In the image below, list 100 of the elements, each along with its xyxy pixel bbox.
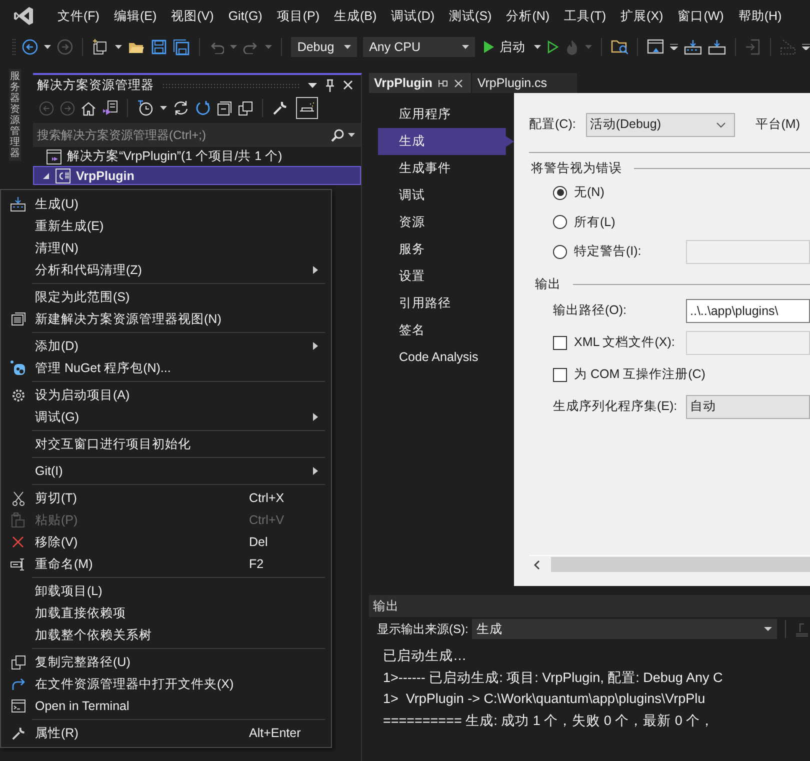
close-icon[interactable] [343, 80, 353, 90]
wrench-icon[interactable] [272, 100, 288, 116]
start-button[interactable]: 启动 [480, 38, 528, 56]
copy-icon[interactable] [238, 100, 253, 116]
search-field[interactable]: 搜索解决方案资源管理器(Ctrl+;) [33, 123, 361, 147]
checkbox[interactable] [553, 336, 567, 350]
switch-views-icon[interactable] [102, 100, 118, 116]
menu-bar-item[interactable]: 生成(B) [334, 8, 377, 24]
menu-bar-item[interactable]: 项目(P) [276, 8, 320, 24]
menu-bar-item[interactable]: 窗口(W) [678, 8, 724, 24]
menu-bar-item[interactable]: 扩展(X) [620, 8, 664, 24]
scroll-left-icon[interactable] [533, 560, 541, 570]
radio-option[interactable]: 特定警告(I): [553, 243, 642, 260]
caret-icon[interactable] [348, 133, 355, 137]
configuration-dropdown[interactable]: 活动(Debug) [586, 112, 736, 136]
serialization-dropdown[interactable]: 自动 [686, 394, 810, 418]
build-icon[interactable] [684, 39, 702, 55]
property-nav-item[interactable]: 引用路径 [378, 290, 510, 317]
configuration-dropdown[interactable]: Debug [291, 37, 358, 57]
menu-item[interactable]: 复制完整路径(U) [1, 651, 331, 673]
output-source-dropdown[interactable]: 生成 [472, 619, 777, 639]
property-nav-item[interactable]: 资源 [378, 209, 510, 236]
property-nav-item[interactable]: 应用程序 [378, 101, 510, 128]
menu-item[interactable]: 调试(G) [1, 406, 331, 428]
radio-button[interactable] [553, 215, 567, 230]
server-explorer-tab[interactable]: 服务器资源管理器 [9, 69, 21, 161]
menu-bar-item[interactable]: 分析(N) [506, 8, 550, 24]
menu-bar-item[interactable]: 视图(V) [171, 8, 214, 24]
window-icon[interactable] [647, 39, 664, 55]
folder-search-icon[interactable] [610, 39, 628, 55]
close-icon[interactable] [454, 78, 464, 88]
menu-item[interactable]: 在文件资源管理器中打开文件夹(X) [1, 673, 331, 695]
collapse-all-icon[interactable] [217, 100, 232, 116]
overflow-caret-icon[interactable] [670, 44, 678, 50]
menu-item[interactable]: 卸载项目(L) [1, 580, 331, 602]
caret-icon[interactable] [160, 106, 167, 110]
menu-bar-item[interactable]: 调试(D) [391, 8, 435, 24]
build-icon[interactable] [708, 39, 726, 55]
menu-bar-item[interactable]: 工具(T) [564, 8, 606, 24]
new-project-icon[interactable] [92, 38, 109, 56]
radio-option[interactable]: 无(N) [553, 184, 604, 202]
checkbox[interactable] [553, 368, 567, 382]
radio-button[interactable] [553, 186, 567, 200]
menu-item[interactable]: 分析和代码清理(Z) [1, 259, 331, 281]
play-outline-icon[interactable] [546, 40, 559, 54]
sync-icon[interactable] [173, 100, 189, 116]
menu-item[interactable]: Git(I) [1, 460, 331, 482]
property-nav-item[interactable]: Code Analysis [378, 344, 510, 371]
document-tab[interactable]: VrpPlugin.cs [472, 73, 578, 93]
menu-bar-item[interactable]: 文件(F) [58, 8, 100, 24]
property-nav-item[interactable]: 设置 [378, 263, 510, 290]
platform-dropdown[interactable]: Any CPU [363, 37, 475, 57]
menu-bar-item[interactable]: 编辑(E) [114, 8, 157, 24]
back-icon[interactable] [22, 39, 38, 55]
pin-icon[interactable] [325, 78, 335, 92]
menu-item[interactable]: 添加(D) [1, 335, 331, 357]
pin-icon[interactable] [438, 78, 448, 88]
menu-item[interactable]: 移除(V) Del [1, 531, 331, 553]
history-icon[interactable] [137, 100, 154, 116]
menu-item[interactable]: 重新生成(E) [1, 215, 331, 237]
menu-item[interactable]: 限定为此范围(S) [1, 286, 331, 308]
menu-bar-item[interactable]: Git(G) [228, 9, 262, 23]
document-tab[interactable]: VrpPlugin [369, 73, 472, 93]
menu-item[interactable]: 设为启动项目(A) [1, 384, 331, 406]
expand-arrow-icon[interactable] [42, 172, 50, 180]
output-path-field[interactable]: ..\..\app\plugins\ [686, 298, 810, 322]
menu-item[interactable]: 对交互窗口进行项目初始化 [1, 433, 331, 455]
menu-item[interactable]: 管理 NuGet 程序包(N)... [1, 357, 331, 379]
checkbox-option[interactable]: 为 COM 互操作注册(C) [553, 366, 706, 383]
refresh-icon[interactable] [195, 100, 211, 116]
menu-item[interactable]: 加载整个依赖关系树 [1, 624, 331, 646]
search-input[interactable]: 搜索解决方案资源管理器(Ctrl+;) [37, 128, 327, 142]
menu-item[interactable]: 重命名(M) F2 [1, 553, 331, 575]
search-icon[interactable] [331, 128, 344, 142]
menu-item[interactable]: 新建解决方案资源管理器视图(N) [1, 308, 331, 330]
overflow-caret-icon[interactable] [802, 44, 810, 50]
undo-icon[interactable] [208, 40, 224, 54]
menu-item[interactable]: 剪切(T) Ctrl+X [1, 487, 331, 509]
menu-item[interactable]: 加载直接依赖项 [1, 602, 331, 624]
property-nav-item[interactable]: 生成事件 [378, 155, 510, 182]
save-icon[interactable] [150, 39, 167, 55]
tree-item[interactable]: 解决方案“VrpPlugin”(1 个项目/共 1 个) [33, 147, 361, 166]
dotted-build-icon[interactable] [780, 39, 796, 55]
caret-icon[interactable] [114, 45, 122, 49]
menu-bar-item[interactable]: 测试(S) [449, 8, 492, 24]
property-nav-item[interactable]: 签名 [378, 317, 510, 344]
checkbox-option[interactable]: XML 文档文件(X): [553, 334, 686, 351]
warnings-input-field[interactable] [686, 240, 810, 264]
xml-doc-input-field[interactable] [686, 330, 810, 354]
property-nav-item[interactable]: 服务 [378, 236, 510, 263]
property-nav-item[interactable]: 生成 [378, 128, 514, 155]
tree-item[interactable]: VrpPlugin [33, 166, 361, 185]
menu-item[interactable]: 属性(R) Alt+Enter [1, 722, 331, 744]
horizontal-scrollbar[interactable] [529, 555, 810, 573]
menu-item[interactable]: 清理(N) [1, 237, 331, 259]
redo-icon[interactable] [243, 40, 260, 54]
preview-icon[interactable] [296, 97, 318, 119]
menu-item[interactable]: Open in Terminal [1, 695, 331, 717]
caret-icon[interactable] [44, 45, 51, 49]
radio-button[interactable] [553, 244, 567, 259]
